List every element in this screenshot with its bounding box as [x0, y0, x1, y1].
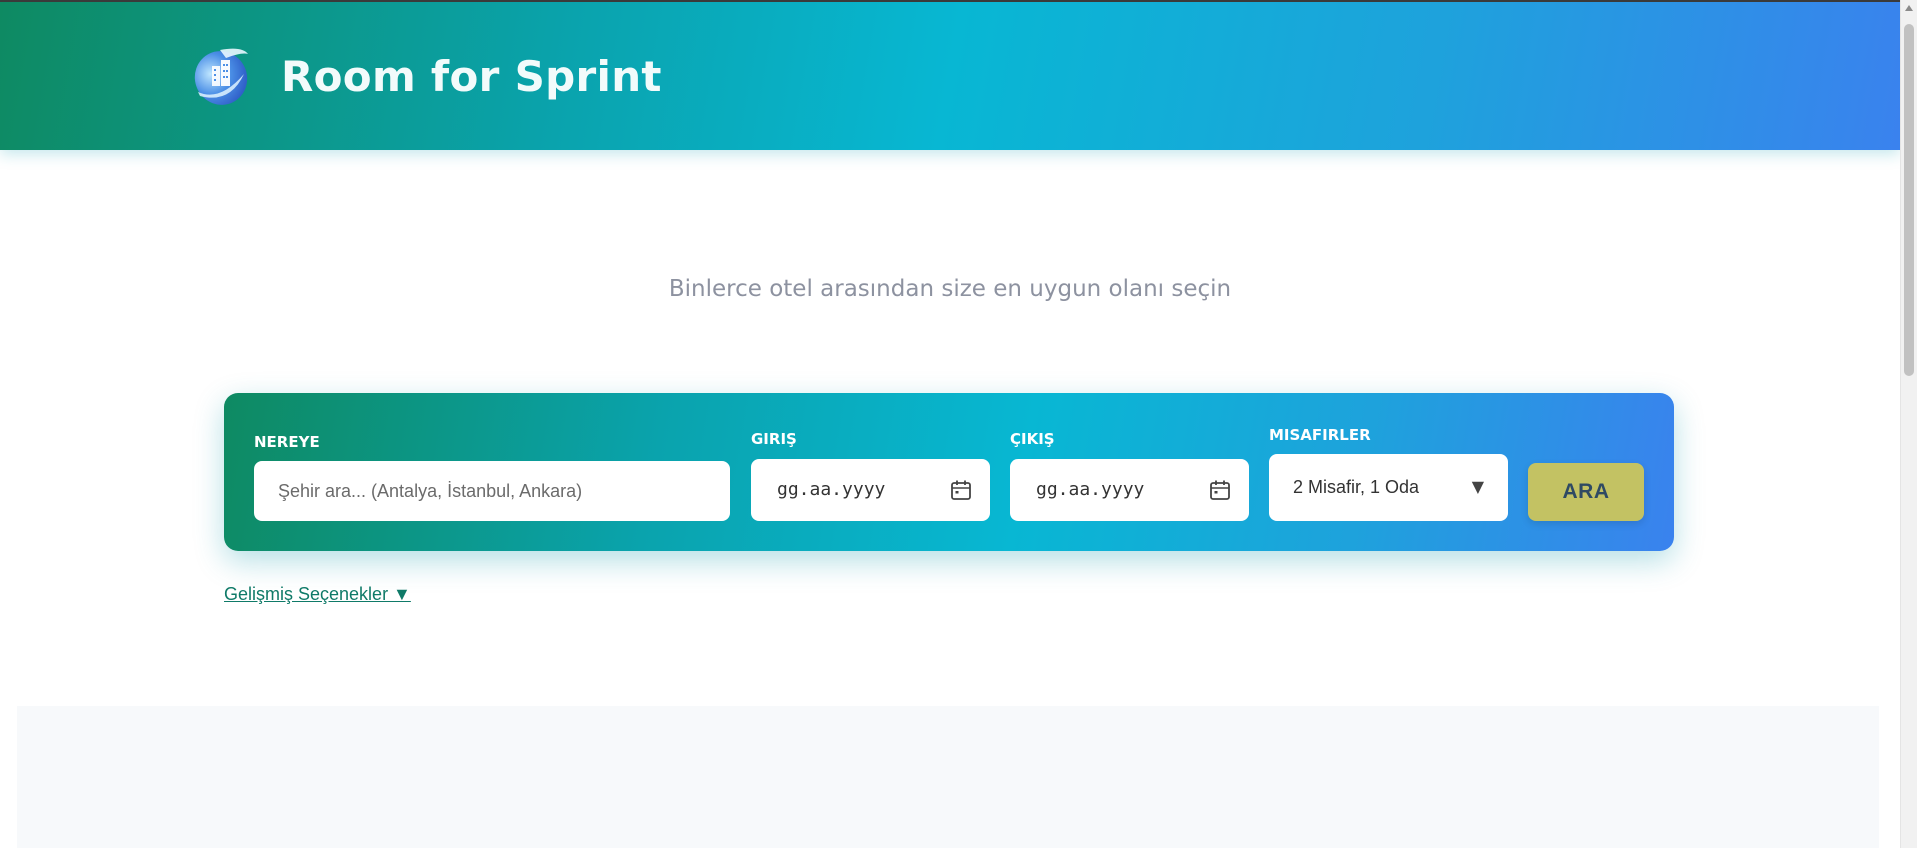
vertical-scrollbar[interactable]: [1900, 0, 1917, 848]
building-globe-icon[interactable]: [190, 44, 252, 110]
guests-selected-value: 2 Misafir, 1 Oda: [1293, 477, 1420, 497]
checkin-date-input[interactable]: gg.aa.yyyy: [751, 459, 990, 521]
destination-field-box: [254, 461, 730, 521]
page: Room for Sprint Binlerce otel arasından …: [0, 0, 1917, 848]
hero-subtitle: Binlerce otel arasından size en uygun ol…: [668, 276, 1232, 302]
checkin-date-placeholder: gg.aa.yyyy: [777, 479, 886, 500]
checkout-date-input[interactable]: gg.aa.yyyy: [1010, 459, 1249, 521]
destination-label: NEREYE: [254, 433, 320, 451]
search-button[interactable]: ARA: [1528, 463, 1644, 521]
results-section: [17, 706, 1879, 848]
scroll-thumb[interactable]: [1904, 24, 1914, 376]
calendar-icon[interactable]: [1209, 479, 1231, 501]
guests-label: MISAFIRLER: [1269, 426, 1371, 444]
checkout-label: ÇIKIŞ: [1010, 430, 1055, 448]
brand-title[interactable]: Room for Sprint: [281, 52, 662, 101]
checkout-date-placeholder: gg.aa.yyyy: [1036, 479, 1145, 500]
advanced-options-link[interactable]: Gelişmiş Seçenekler ▼: [224, 584, 411, 605]
guests-select[interactable]: 2 Misafir, 1 Oda ▼: [1269, 454, 1508, 521]
scroll-up-arrow-icon[interactable]: [1905, 5, 1913, 11]
chevron-down-icon[interactable]: ▼: [1472, 454, 1484, 520]
destination-input[interactable]: [254, 461, 730, 521]
search-panel: NEREYE GIRIŞ gg.aa.yyyy ÇIKIŞ gg.aa.yyyy: [224, 393, 1674, 551]
site-header: Room for Sprint: [0, 0, 1900, 150]
checkin-label: GIRIŞ: [751, 430, 797, 448]
calendar-icon[interactable]: [950, 479, 972, 501]
